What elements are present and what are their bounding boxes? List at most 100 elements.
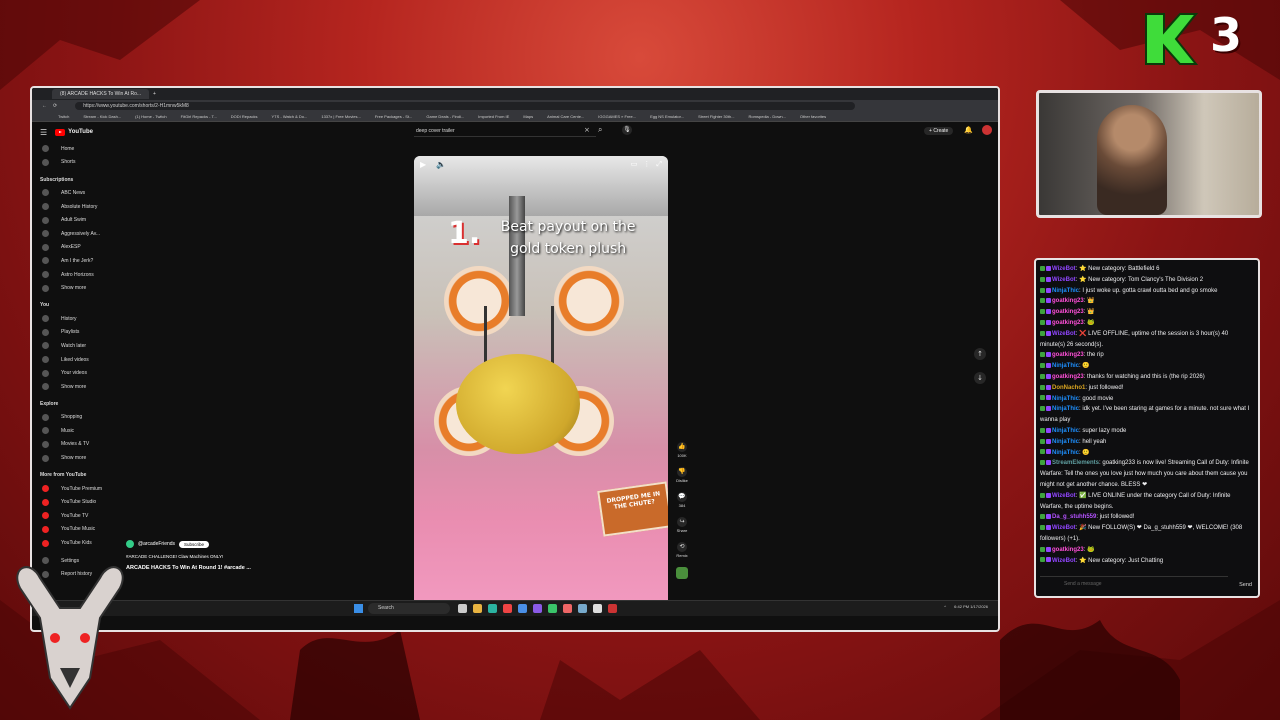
mic-icon[interactable]: 🎙	[622, 125, 632, 135]
sidebar-item[interactable]: History	[32, 312, 112, 326]
chat-username[interactable]: NinjaThic	[1052, 396, 1079, 402]
bookmark-item[interactable]: DODI Repacks	[231, 114, 258, 119]
sidebar-item[interactable]: Show more	[32, 451, 112, 465]
bookmark-item[interactable]: Other favorites	[800, 114, 826, 119]
app-icon[interactable]	[563, 604, 572, 613]
app-icon[interactable]	[608, 604, 617, 613]
subscribe-button[interactable]: Subscribe	[179, 540, 210, 548]
chat-username[interactable]: WizeBot	[1052, 277, 1076, 283]
app-icon[interactable]	[533, 604, 542, 613]
bookmark-item[interactable]: Egg NS Emulator...	[650, 114, 684, 119]
bookmark-item[interactable]: Animal Care Cente...	[547, 114, 584, 119]
bookmark-item[interactable]: IGGGAMES » Free...	[598, 114, 636, 119]
chat-username[interactable]: StreamElements	[1052, 460, 1099, 466]
send-button[interactable]: Send	[1239, 582, 1252, 588]
chrome-icon[interactable]	[503, 604, 512, 613]
chat-username[interactable]: WizeBot	[1052, 331, 1076, 337]
bookmark-item[interactable]: Maps	[523, 114, 533, 119]
sidebar-item[interactable]: Music	[32, 424, 112, 438]
chat-username[interactable]: NinjaThic	[1052, 450, 1079, 456]
more-icon[interactable]: ⋮	[643, 160, 650, 169]
bookmark-item[interactable]: 1337x | Free Movies...	[321, 114, 361, 119]
sidebar-item[interactable]: Am I the Jerk?	[32, 254, 112, 268]
sidebar-item[interactable]: YouTube Music	[32, 523, 112, 537]
short-title[interactable]: ARCADE HACKS To Win At Round 1! #arcade …	[126, 565, 326, 571]
edge-icon[interactable]	[488, 604, 497, 613]
avatar[interactable]	[982, 125, 992, 135]
search-icon[interactable]: ⌕	[598, 125, 602, 135]
refresh-icon[interactable]: ⟳	[53, 103, 57, 109]
sidebar-item[interactable]: Playlists	[32, 326, 112, 340]
action-share[interactable]: ↪ Share	[672, 517, 692, 533]
sidebar-item[interactable]: YouTube TV	[32, 509, 112, 523]
sidebar-item[interactable]: Home	[32, 142, 112, 156]
app-icon[interactable]	[578, 604, 587, 613]
channel-name[interactable]: @arcadeFriends	[138, 541, 175, 547]
bookmark-item[interactable]: Stream - Kick Dash...	[83, 114, 121, 119]
address-bar[interactable]: https://www.youtube.com/shorts/2-H1mnw5k…	[75, 101, 856, 110]
bookmark-item[interactable]: Romspedia - Down...	[749, 114, 786, 119]
bookmark-item[interactable]: Imported From IE	[478, 114, 509, 119]
sidebar-item[interactable]: Shorts	[32, 156, 112, 170]
sidebar-item[interactable]: YouTube Premium	[32, 482, 112, 496]
captions-icon[interactable]: ▭	[631, 160, 638, 169]
create-button[interactable]: + Create	[924, 127, 954, 135]
volume-icon[interactable]: 🔈	[436, 160, 446, 169]
previous-short-icon[interactable]: ↑	[974, 348, 986, 360]
bookmark-item[interactable]: (1) Home - Twitch	[135, 114, 167, 119]
action-comment[interactable]: 💬 384	[672, 492, 692, 508]
taskbar-search[interactable]: Search	[368, 603, 450, 614]
chat-username[interactable]: goatking23	[1052, 309, 1084, 315]
bookmark-item[interactable]: Twitch	[58, 114, 69, 119]
chat-username[interactable]: WizeBot	[1052, 525, 1076, 531]
sidebar-item[interactable]: Show more	[32, 281, 112, 295]
browser-tab[interactable]: (8) ARCADE HACKS To Win At Ro...	[52, 89, 150, 99]
sidebar-item[interactable]: Your videos	[32, 366, 112, 380]
sidebar-item[interactable]: Liked videos	[32, 353, 112, 367]
back-icon[interactable]: ←	[42, 103, 47, 109]
chat-username[interactable]: NinjaThic	[1052, 363, 1079, 369]
chat-username[interactable]: goatking23	[1052, 547, 1084, 553]
bookmark-item[interactable]: Game Deals - Findi...	[426, 114, 464, 119]
app-icon[interactable]	[548, 604, 557, 613]
chat-username[interactable]: NinjaThic	[1052, 439, 1079, 445]
next-short-icon[interactable]: ↓	[974, 372, 986, 384]
fullscreen-icon[interactable]: ⤢	[656, 160, 662, 169]
chat-username[interactable]: NinjaThic	[1052, 406, 1079, 412]
sidebar-item[interactable]: Aggressively Av...	[32, 227, 112, 241]
chat-username[interactable]: goatking23	[1052, 374, 1084, 380]
action-like[interactable]: 👍 100K	[672, 442, 692, 458]
file-explorer-icon[interactable]	[473, 604, 482, 613]
sidebar-item[interactable]: Absolute History	[32, 200, 112, 214]
chat-input[interactable]: Send a message	[1040, 576, 1228, 590]
clear-search-icon[interactable]: ×	[584, 126, 590, 134]
play-icon[interactable]: ▶	[420, 160, 426, 169]
youtube-logo[interactable]: YouTube	[55, 128, 93, 136]
search-input[interactable]: deep cover trailer	[414, 125, 596, 137]
sidebar-section-header[interactable]: You	[32, 299, 112, 312]
chat-username[interactable]: DonNacho1	[1052, 385, 1085, 391]
chat-username[interactable]: goatking23	[1052, 320, 1084, 326]
bookmark-item[interactable]: Street Fighter 30th...	[698, 114, 734, 119]
chat-username[interactable]: goatking23	[1052, 352, 1084, 358]
channel-avatar[interactable]	[126, 540, 134, 548]
sidebar-item[interactable]: Astro Horizons	[32, 268, 112, 282]
chat-username[interactable]: WizeBot	[1052, 558, 1076, 564]
short-video[interactable]: DROPPED ME IN THE CHUTE? 1. Beat payout …	[414, 156, 668, 608]
task-view-icon[interactable]	[458, 604, 467, 613]
chat-username[interactable]: WizeBot	[1052, 493, 1076, 499]
sidebar-item[interactable]: ABC News	[32, 186, 112, 200]
sidebar-item[interactable]: AlexESP	[32, 241, 112, 255]
sidebar-item[interactable]: Movies & TV	[32, 438, 112, 452]
sound-thumbnail-icon[interactable]	[676, 567, 688, 579]
bookmark-item[interactable]: FitGirl Repacks - T...	[181, 114, 217, 119]
clock[interactable]: 6:42 PM 1/17/2026	[954, 604, 988, 609]
chat-username[interactable]: goatking23	[1052, 298, 1084, 304]
notifications-icon[interactable]: 🔔	[964, 126, 973, 134]
bookmark-item[interactable]: YTS - Watch & Do...	[271, 114, 307, 119]
chat-username[interactable]: NinjaThic	[1052, 428, 1079, 434]
sidebar-item[interactable]: Shopping	[32, 411, 112, 425]
app-icon[interactable]	[593, 604, 602, 613]
action-dislike[interactable]: 👎 Dislike	[672, 467, 692, 483]
menu-icon[interactable]: ☰	[40, 128, 47, 137]
